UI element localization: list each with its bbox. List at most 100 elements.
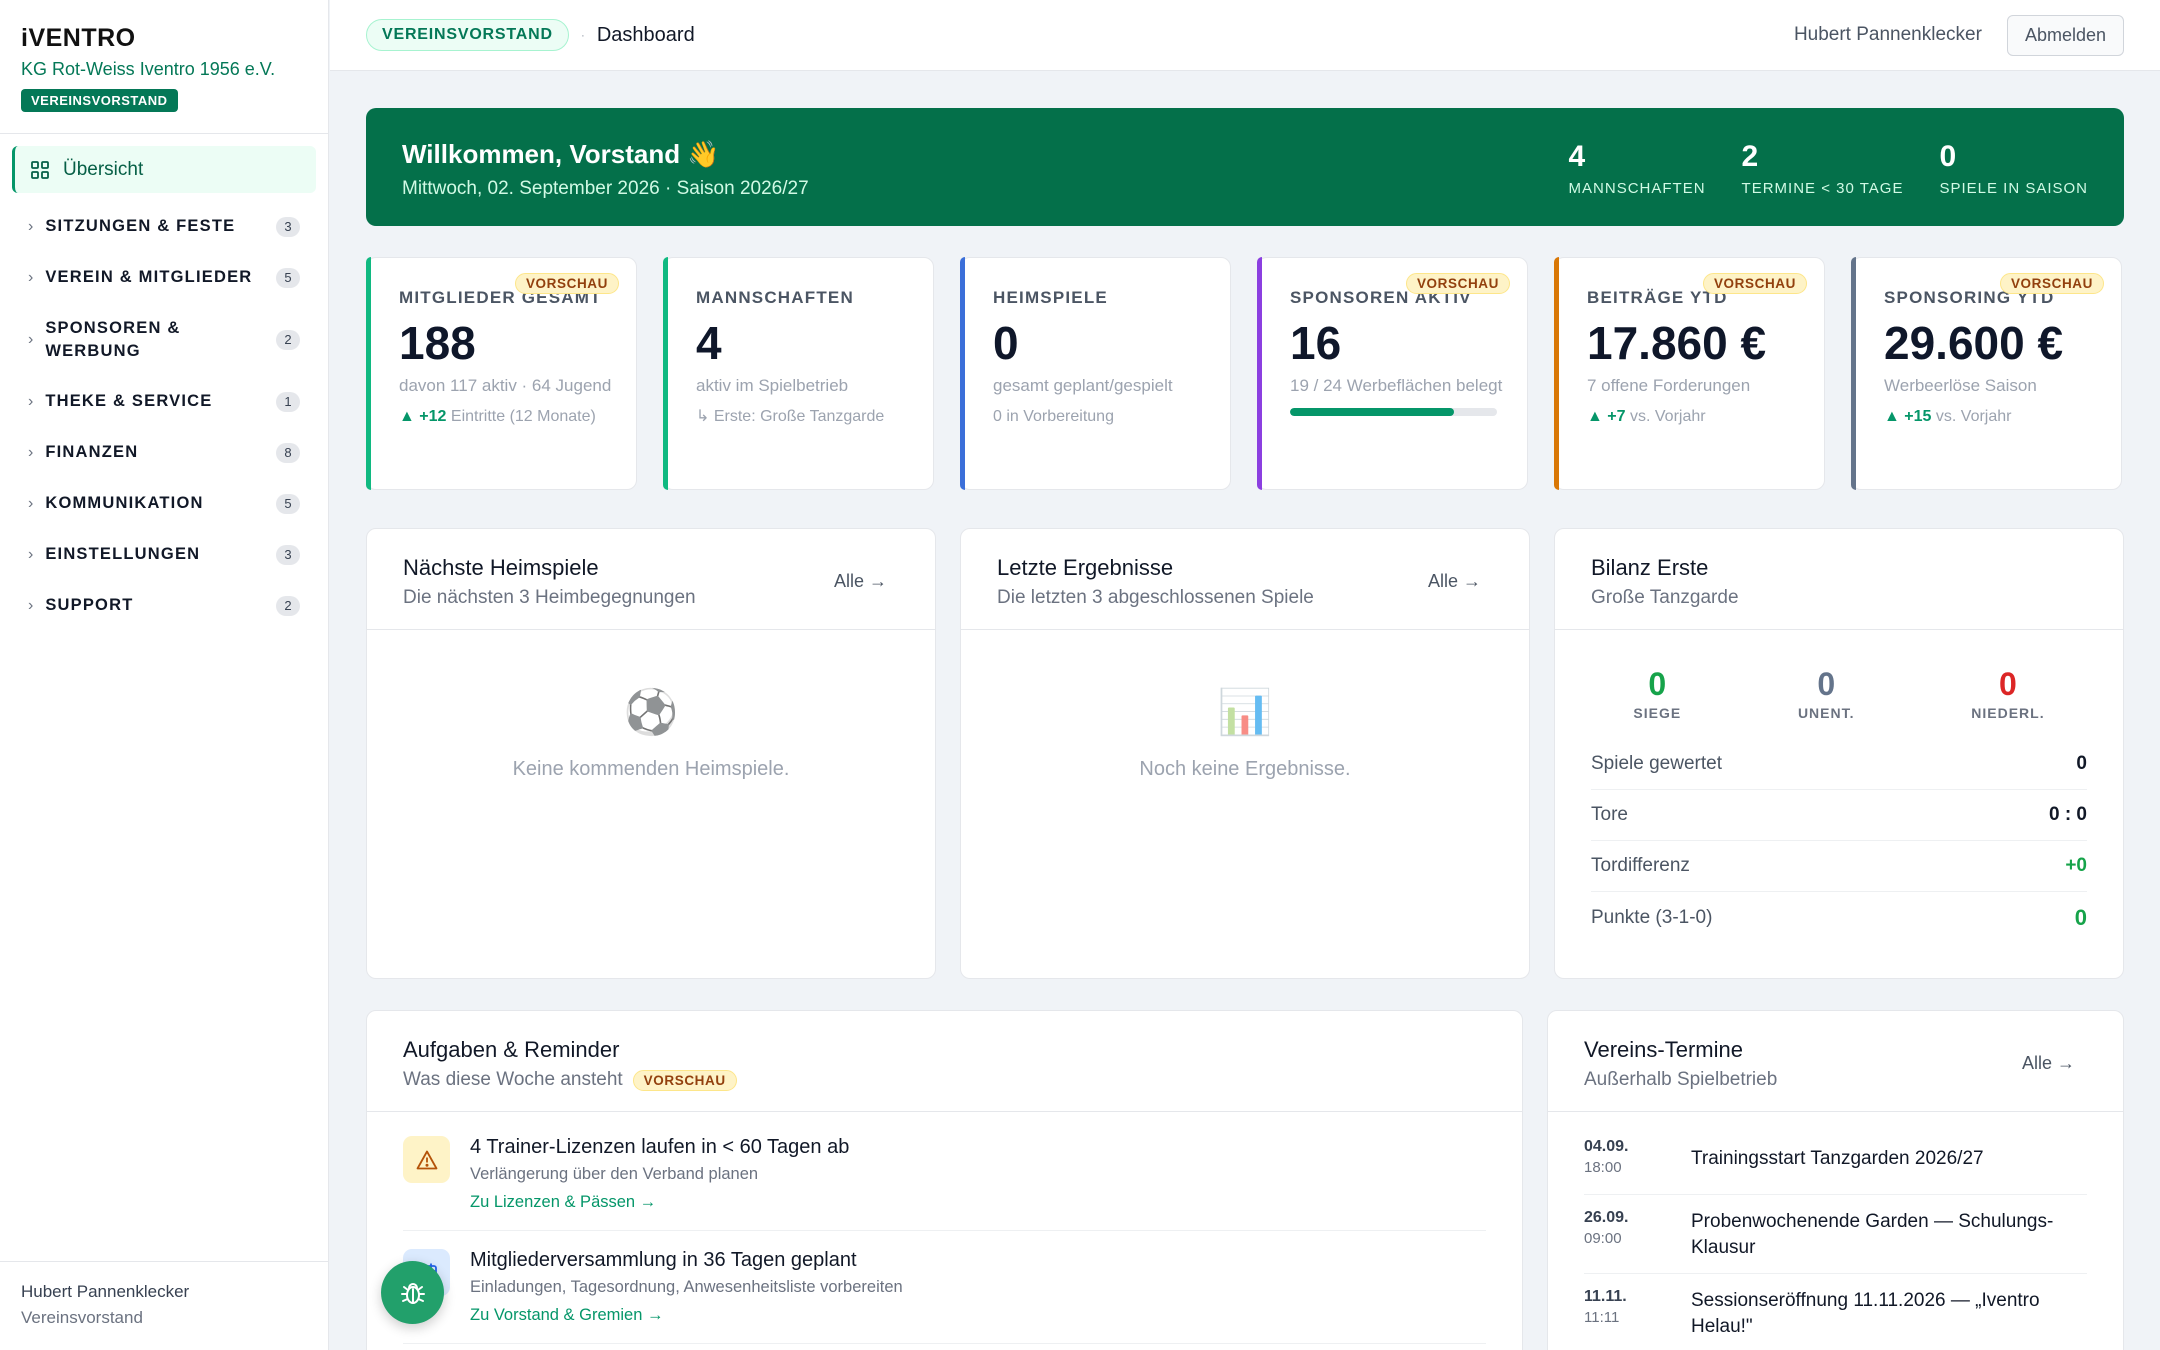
sidebar-item-label: FINANZEN — [45, 443, 139, 461]
card-subtitle: Große Tanzgarde — [1591, 587, 1739, 608]
sidebar-item-einstellungen[interactable]: › EINSTELLUNGEN 3 — [0, 529, 328, 580]
progress-fill — [1290, 408, 1454, 416]
count-badge: 2 — [276, 595, 300, 616]
kpi-value: 0 — [993, 317, 1019, 369]
card-accent — [960, 257, 965, 490]
card-title: Letzte Ergebnisse — [997, 555, 1174, 580]
ad-space-progress-bar — [1290, 408, 1497, 416]
breadcrumb-separator: · — [580, 28, 585, 42]
card-title: Aufgaben & Reminder — [403, 1037, 620, 1062]
org-name: KG Rot-Weiss Iventro 1956 e.V. — [21, 59, 276, 79]
kpi-card-sponsoring[interactable]: VORSCHAU SPONSORING YTD 29.600 € Werbeer… — [1851, 257, 2122, 490]
chevron-right-icon: › — [28, 330, 34, 348]
topbar: VEREINSVORSTAND · Dashboard Hubert Panne… — [330, 0, 2160, 71]
count-badge: 3 — [276, 216, 300, 237]
event-time: 09:00 — [1584, 1230, 1622, 1247]
trend-text: vs. Vorjahr — [1935, 408, 2012, 425]
card-accent — [663, 257, 668, 490]
view-all-link[interactable]: Alle → — [1428, 571, 1481, 592]
trend-value: +7 — [1607, 408, 1626, 425]
event-date: 04.09. — [1584, 1138, 1629, 1155]
soccer-ball-icon: ⚽ — [623, 688, 679, 737]
draws-stat: 0 UNENT. — [1798, 666, 1855, 721]
card-accent — [366, 257, 371, 490]
sidebar-item-support[interactable]: › SUPPORT 2 — [0, 580, 328, 631]
event-datetime: 04.09. 18:00 — [1584, 1138, 1691, 1176]
card-accent — [1257, 257, 1262, 490]
kpi-card-home-games[interactable]: HEIMSPIELE 0 gesamt geplant/gespielt 0 i… — [960, 257, 1231, 490]
kpi-extra: 0 in Vorbereitung — [993, 408, 1114, 425]
event-title: Probenwochenende Garden — Schulungs-Klau… — [1691, 1211, 2054, 1258]
event-list: 04.09. 18:00 Trainingsstart Tanzgarden 202… — [1548, 1112, 2123, 1350]
chevron-right-icon: › — [28, 443, 34, 461]
balance-rows: Spiele gewertet 0 Tore 0 : 0 Tordifferenz +… — [1555, 739, 2123, 943]
task-title: 4 Trainer-Lizenzen laufen in < 60 Tagen … — [470, 1136, 850, 1158]
bug-report-button[interactable] — [381, 1261, 444, 1324]
card-header: Letzte Ergebnisse Die letzten 3 abgeschl… — [961, 529, 1529, 630]
hero-stats: 4 MANNSCHAFTEN 2 TERMINE < 30 TAGE 0 SPIELE… — [1569, 140, 2088, 197]
sidebar-item-finanzen[interactable]: › FINANZEN 8 — [0, 427, 328, 478]
brand: iVENTRO KG Rot-Weiss Iventro 1956 e.V. V… — [0, 0, 328, 112]
breadcrumb-current: Dashboard — [596, 23, 695, 46]
hero-stat-label: TERMINE < 30 TAGE — [1741, 180, 1904, 197]
card-accent — [1851, 257, 1856, 490]
event-datetime: 11.11. 11:11 — [1584, 1288, 1691, 1340]
chevron-right-icon: › — [28, 545, 34, 563]
trend-up-icon: ▲ — [1587, 408, 1603, 425]
row-value: +0 — [2065, 855, 2087, 876]
kpi-title: MANNSCHAFTEN — [696, 288, 854, 307]
event-item[interactable]: 26.09. 09:00 Probenwochenende Garden — Sch… — [1584, 1195, 2087, 1274]
kpi-card-members[interactable]: VORSCHAU MITGLIEDER GESAMT 188 davon 117… — [366, 257, 637, 490]
sidebar-item-verein[interactable]: › VEREIN & MITGLIEDER 5 — [0, 252, 328, 303]
draws-count: 0 — [1817, 666, 1836, 702]
view-all-link[interactable]: Alle → — [2022, 1053, 2075, 1074]
sidebar-item-sitzungen[interactable]: › SITZUNGEN & FESTE 3 — [0, 201, 328, 252]
empty-message: Noch keine Ergebnisse. — [1139, 758, 1351, 780]
win-draw-loss: 0 SIEGE 0 UNENT. 0 NIEDERL. — [1555, 630, 2123, 721]
sidebar-item-uebersicht[interactable]: Übersicht — [12, 146, 316, 193]
sidebar-item-kommunikation[interactable]: › KOMMUNIKATION 5 — [0, 478, 328, 529]
event-item[interactable]: 04.09. 18:00 Trainingsstart Tanzgarden 202… — [1584, 1124, 2087, 1195]
row-label: Tordifferenz — [1591, 855, 1690, 876]
kpi-card-teams[interactable]: MANNSCHAFTEN 4 aktiv im Spielbetrieb ↳ E… — [663, 257, 934, 490]
balance-row: Spiele gewertet 0 — [1591, 739, 2087, 790]
role-pill: VEREINSVORSTAND — [366, 19, 569, 51]
balance-card: Bilanz Erste Große Tanzgarde 0 SIEGE 0 UNE… — [1554, 528, 2124, 979]
logout-button[interactable]: Abmelden — [2006, 14, 2124, 56]
view-all-link[interactable]: Alle → — [834, 571, 887, 592]
count-badge: 3 — [276, 544, 300, 565]
app-logo[interactable]: iVENTRO — [21, 24, 307, 53]
chevron-right-icon: › — [28, 392, 34, 410]
kpi-trend: ▲ +7 vs. Vorjahr — [1587, 406, 1824, 428]
event-date: 11.11. — [1584, 1288, 1627, 1305]
trend-value: +15 — [1904, 408, 1932, 425]
task-link[interactable]: Zu Vorstand & Gremien → — [470, 1306, 903, 1325]
card-subtitle: Was diese Woche ansteht VORSCHAU — [403, 1069, 1486, 1091]
task-description: Einladungen, Tagesordnung, Anwesenheitsl… — [470, 1278, 903, 1296]
hero-stat-label: MANNSCHAFTEN — [1568, 180, 1706, 197]
event-title: Sessionseröffnung 11.11.2026 — „Iventro … — [1691, 1290, 2040, 1337]
losses-label: NIEDERL. — [1971, 705, 2045, 721]
event-item[interactable]: 11.11. 11:11 Sessionseröffnung 11.11.2026 … — [1584, 1274, 2087, 1350]
row-value: 0 — [2074, 904, 2087, 930]
draws-label: UNENT. — [1797, 705, 1855, 721]
kpi-card-sponsors[interactable]: VORSCHAU SPONSOREN AKTIV 16 19 / 24 Werb… — [1257, 257, 1528, 490]
sidebar: iVENTRO KG Rot-Weiss Iventro 1956 e.V. V… — [0, 0, 329, 1350]
kpi-title: HEIMSPIELE — [993, 288, 1108, 307]
task-link[interactable]: Zu Lizenzen & Pässen → — [470, 1193, 849, 1212]
sidebar-item-theke[interactable]: › THEKE & SERVICE 1 — [0, 376, 328, 427]
wins-count: 0 — [1648, 666, 1667, 702]
row-label: Punkte (3-1-0) — [1591, 906, 1713, 928]
kpi-value: 29.600 € — [1884, 317, 2064, 369]
count-badge: 5 — [276, 267, 300, 288]
row-value: 0 — [2076, 753, 2087, 774]
sidebar-item-sponsoren[interactable]: › SPONSOREN & WERBUNG 2 — [0, 303, 328, 376]
card-header: Bilanz Erste Große Tanzgarde — [1555, 529, 2123, 630]
balance-row: Tordifferenz +0 — [1591, 841, 2087, 892]
kpi-description: 19 / 24 Werbeflächen belegt — [1290, 376, 1503, 395]
bar-chart-icon: 📊 — [1217, 688, 1273, 737]
hero-stat-label: SPIELE IN SAISON — [1939, 180, 2088, 197]
card-header: Vereins-Termine Außerhalb Spielbetrieb A… — [1548, 1011, 2123, 1112]
count-badge: 8 — [276, 442, 300, 463]
kpi-card-fees[interactable]: VORSCHAU BEITRÄGE YTD 17.860 € 7 offene … — [1554, 257, 1825, 490]
